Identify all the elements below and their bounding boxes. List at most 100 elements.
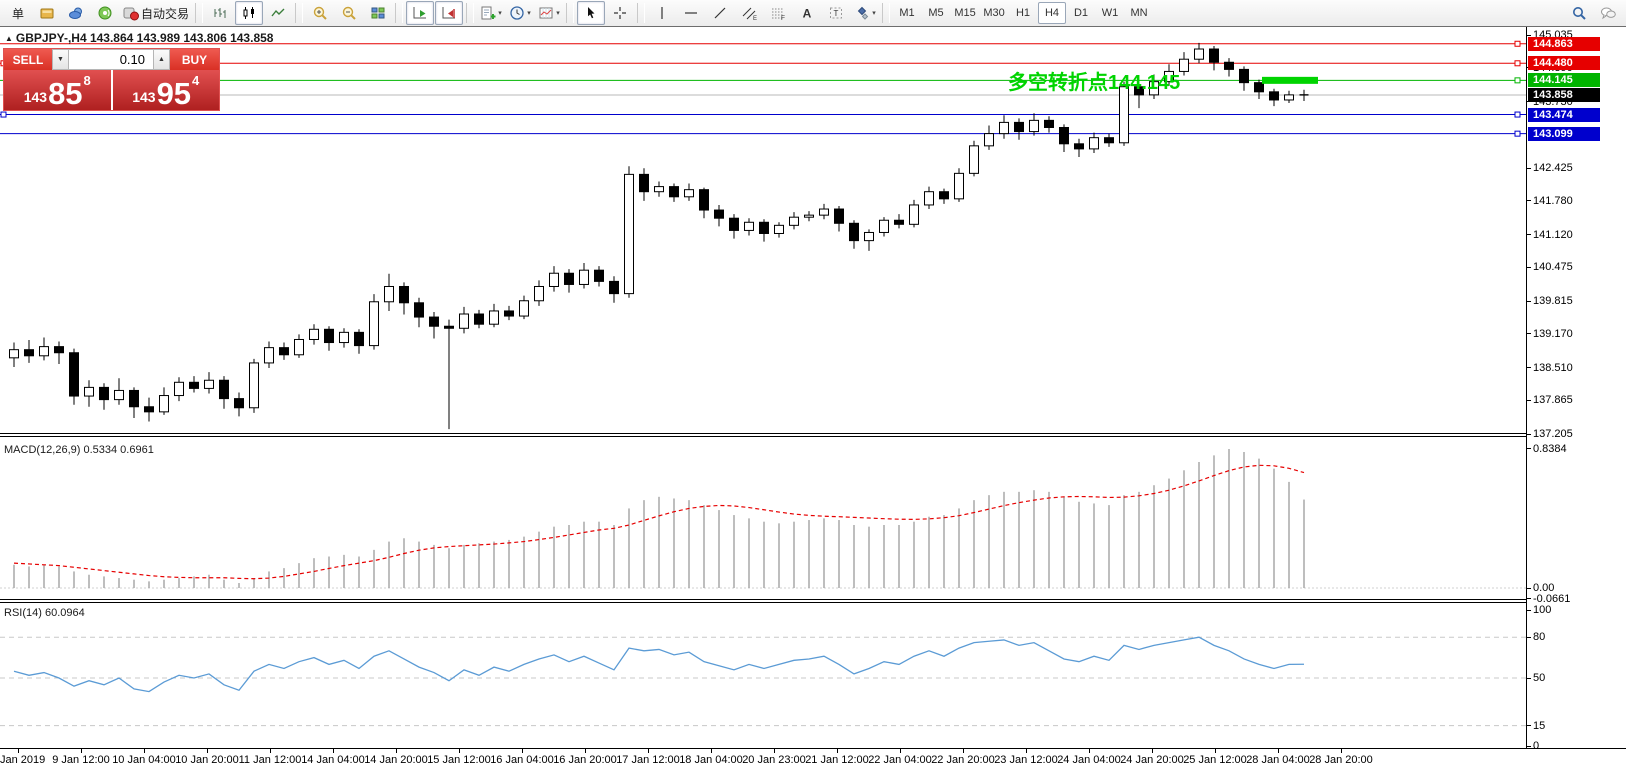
chart-shift-button[interactable]	[435, 1, 463, 25]
zoom-out-button[interactable]	[335, 1, 363, 25]
time-tick	[81, 749, 82, 753]
search-button[interactable]	[1565, 1, 1593, 25]
timeframe-button-m1[interactable]: M1	[893, 2, 921, 24]
fibonacci-button[interactable]: F	[764, 1, 792, 25]
time-tick	[18, 749, 19, 753]
buy-price[interactable]: 143 95 4	[113, 70, 220, 110]
time-tick	[711, 749, 712, 753]
time-label: 14 Jan 20:00	[364, 754, 428, 766]
time-label: 24 Jan 20:00	[1120, 754, 1184, 766]
time-tick	[900, 749, 901, 753]
indicators-button[interactable]: ▾	[477, 1, 505, 25]
rsi-scale-tick: 50	[1527, 671, 1545, 685]
text-button[interactable]: A	[793, 1, 821, 25]
arrows-button[interactable]: ▾	[851, 1, 879, 25]
volume-increase-button[interactable]: ▲	[153, 49, 170, 70]
templates-button[interactable]: ▾	[535, 1, 563, 25]
toolbar-separator	[882, 3, 890, 23]
macd-scale-tick: 0.8384	[1527, 442, 1567, 456]
search-icon	[1571, 5, 1587, 21]
text-icon: A	[799, 5, 815, 21]
arrows-icon	[854, 5, 870, 21]
time-tick	[1215, 749, 1216, 753]
svg-text:E: E	[753, 16, 757, 21]
label-button[interactable]: T	[822, 1, 850, 25]
line-chart-icon	[270, 5, 286, 21]
auto-scroll-button[interactable]	[406, 1, 434, 25]
trendline-button[interactable]	[706, 1, 734, 25]
market-watch-button[interactable]	[33, 1, 61, 25]
time-axis[interactable]: 8 Jan 20199 Jan 12:0010 Jan 04:0010 Jan …	[0, 748, 1626, 772]
signals-button[interactable]	[91, 1, 119, 25]
crosshair-button[interactable]	[606, 1, 634, 25]
macd-panel-canvas[interactable]	[0, 437, 1526, 599]
time-label: 22 Jan 20:00	[931, 754, 995, 766]
periods-button[interactable]: ▾	[506, 1, 534, 25]
timeframe-button-m15[interactable]: M15	[951, 2, 979, 24]
chart-annotation-text[interactable]: 多空转折点144.145	[1008, 66, 1180, 95]
auto-scroll-icon	[412, 5, 428, 21]
timeframe-button-d1[interactable]: D1	[1067, 2, 1095, 24]
buy-button[interactable]: BUY	[170, 49, 219, 70]
time-tick	[585, 749, 586, 753]
time-tick	[1278, 749, 1279, 753]
zoom-in-button[interactable]	[306, 1, 334, 25]
buy-price-big: 95	[157, 81, 191, 107]
timeframe-button-h4[interactable]: H4	[1038, 2, 1066, 24]
chart-title: ▲GBPJPY-,H4 143.864 143.989 143.806 143.…	[5, 31, 273, 45]
timeframe-button-w1[interactable]: W1	[1096, 2, 1124, 24]
sell-price-sup: 8	[84, 74, 91, 87]
timeframe-button-m30[interactable]: M30	[980, 2, 1008, 24]
toolbar-separator	[566, 3, 574, 23]
data-window-icon	[68, 5, 84, 21]
tile-windows-button[interactable]	[364, 1, 392, 25]
autotrading-icon	[123, 5, 139, 21]
time-tick	[1341, 749, 1342, 753]
volume-decrease-button[interactable]: ▼	[52, 49, 69, 70]
panel-separator[interactable]	[0, 599, 1626, 603]
rsi-panel-canvas[interactable]	[0, 603, 1526, 748]
svg-text:T: T	[834, 9, 839, 18]
time-tick	[1152, 749, 1153, 753]
line-chart-button[interactable]	[264, 1, 292, 25]
price-tick: 137.865	[1527, 393, 1573, 407]
sell-price[interactable]: 143 85 8	[4, 70, 113, 110]
chat-button[interactable]	[1594, 1, 1622, 25]
data-window-button[interactable]	[62, 1, 90, 25]
bar-chart-button[interactable]	[206, 1, 234, 25]
timeframe-button-m5[interactable]: M5	[922, 2, 950, 24]
time-tick	[963, 749, 964, 753]
sell-price-prefix: 143	[24, 90, 47, 104]
price-label-144.863: 144.863	[1528, 37, 1600, 51]
time-label: 25 Jan 12:00	[1183, 754, 1247, 766]
chat-icon	[1600, 5, 1616, 21]
volume-input[interactable]: 0.10	[69, 49, 153, 70]
new-order-button[interactable]: 单	[4, 1, 32, 25]
channel-button[interactable]: E	[735, 1, 763, 25]
time-label: 8 Jan 2019	[0, 754, 45, 766]
timeframe-button-mn[interactable]: MN	[1125, 2, 1153, 24]
horizontal-line-button[interactable]	[677, 1, 705, 25]
time-tick	[333, 749, 334, 753]
horizontal-line-icon	[683, 5, 699, 21]
collapse-panel-icon[interactable]: ▲	[5, 34, 13, 43]
time-tick	[648, 749, 649, 753]
sell-button[interactable]: SELL	[4, 49, 52, 70]
price-scale[interactable]: 145.035144.390143.730142.425141.780141.1…	[1527, 27, 1626, 748]
autotrading-button[interactable]: 自动交易	[120, 1, 192, 25]
panel-separator[interactable]	[0, 433, 1626, 437]
price-tick: 139.170	[1527, 327, 1573, 341]
timeframe-button-h1[interactable]: H1	[1009, 2, 1037, 24]
main-chart-canvas[interactable]	[0, 27, 1526, 433]
cursor-button[interactable]	[577, 1, 605, 25]
market-watch-icon	[39, 5, 55, 21]
candle-chart-button[interactable]	[235, 1, 263, 25]
rsi-scale-tick: 80	[1527, 630, 1545, 644]
vertical-line-button[interactable]	[648, 1, 676, 25]
toolbar-separator	[466, 3, 474, 23]
buy-price-prefix: 143	[132, 90, 155, 104]
crosshair-icon	[612, 5, 628, 21]
price-tick: 137.205	[1527, 427, 1573, 441]
dropdown-arrow-icon: ▾	[556, 10, 560, 17]
time-tick	[1026, 749, 1027, 753]
